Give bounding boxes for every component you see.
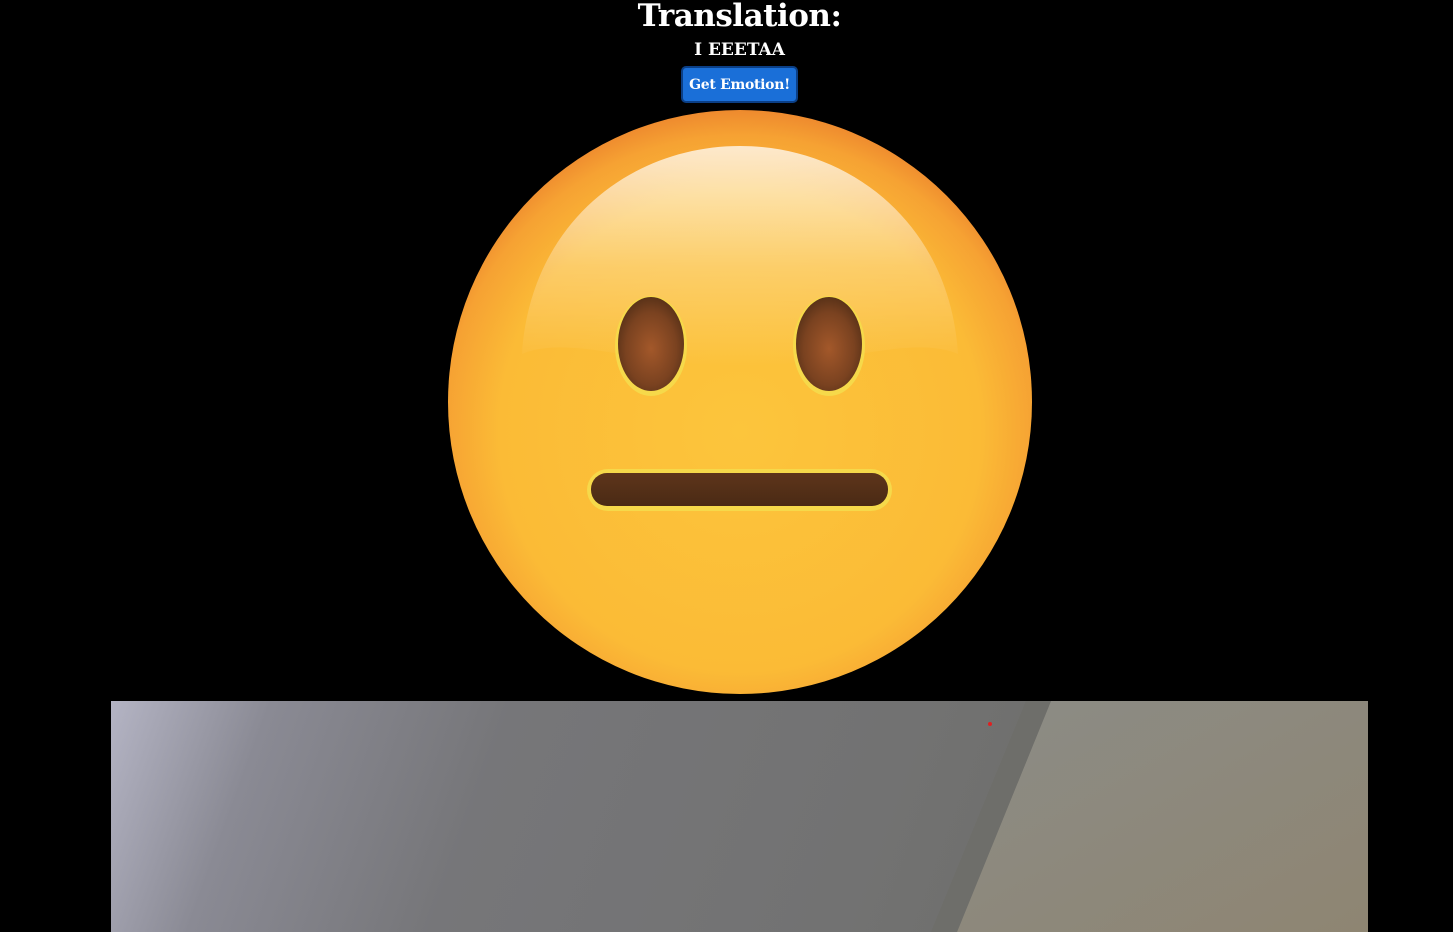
mouth-icon xyxy=(591,473,888,506)
right-eye-icon xyxy=(796,297,862,391)
neutral-face-icon xyxy=(448,110,1032,694)
page-title: Translation: xyxy=(637,0,842,34)
translation-text: I EEETAA xyxy=(694,40,785,60)
webcam-scene xyxy=(931,701,1368,932)
webcam-feed xyxy=(111,701,1368,932)
left-eye-icon xyxy=(618,297,684,391)
get-emotion-button[interactable]: Get Emotion! xyxy=(681,66,798,103)
recording-dot-icon xyxy=(988,722,992,726)
